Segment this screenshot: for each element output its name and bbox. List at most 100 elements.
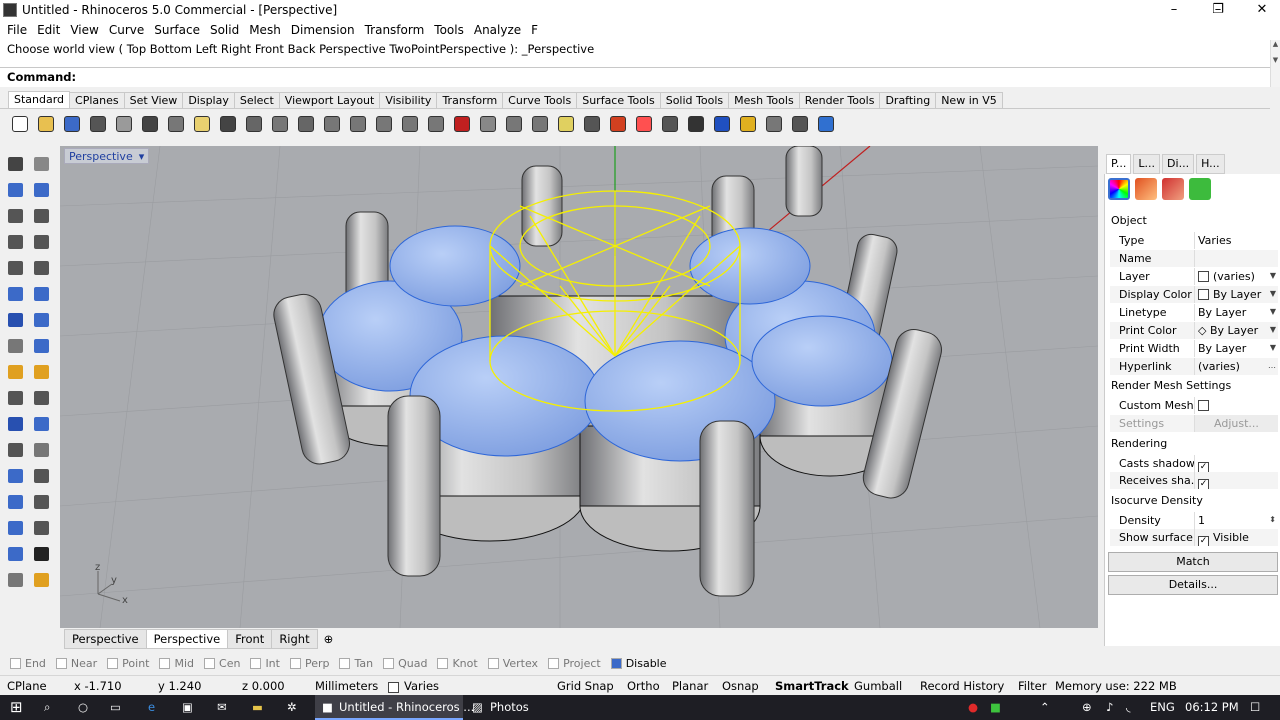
surface-icon[interactable] xyxy=(4,284,26,304)
highlight-icon[interactable] xyxy=(736,113,760,135)
smarttrack-toggle[interactable]: SmartTrack xyxy=(775,679,849,693)
copy-icon[interactable] xyxy=(164,113,188,135)
match-button[interactable]: Match xyxy=(1108,552,1278,572)
copy-tool-icon[interactable] xyxy=(30,492,52,512)
extrude-icon[interactable] xyxy=(30,336,52,356)
command-scrollbar[interactable]: ▲ ▼ xyxy=(1270,40,1280,87)
osnap-near[interactable]: Near xyxy=(55,657,97,670)
tab-standard[interactable]: Standard xyxy=(8,91,71,108)
tab-surface-tools[interactable]: Surface Tools xyxy=(576,92,661,108)
trim-icon[interactable] xyxy=(30,388,52,408)
tab-curve-tools[interactable]: Curve Tools xyxy=(502,92,578,108)
osnap-checkbox[interactable] xyxy=(204,657,216,669)
viewport-tab-perspective[interactable]: Perspective xyxy=(145,628,229,649)
polyline-icon[interactable] xyxy=(4,180,26,200)
sphere-icon[interactable] xyxy=(684,113,708,135)
text-icon[interactable] xyxy=(4,466,26,486)
prop-value[interactable] xyxy=(1194,250,1278,267)
tab-viewport-layout[interactable]: Viewport Layout xyxy=(278,92,381,108)
chevron-down-icon[interactable]: ▼ xyxy=(1270,325,1276,334)
chevron-up-icon[interactable]: ⌃ xyxy=(1040,700,1050,714)
cortana-icon[interactable]: ○ xyxy=(78,700,88,714)
new-icon[interactable] xyxy=(8,113,32,135)
paste-icon[interactable] xyxy=(190,113,214,135)
prop-value[interactable]: By Layer ▼ xyxy=(1194,340,1278,357)
edit-point-icon[interactable] xyxy=(4,362,26,382)
osnap-point[interactable]: Point xyxy=(107,657,149,670)
chevron-down-icon[interactable]: ▼ xyxy=(1270,289,1276,298)
units-label[interactable]: Millimeters xyxy=(315,679,378,693)
decal-icon[interactable] xyxy=(1189,178,1211,200)
osnap-checkbox[interactable] xyxy=(289,657,301,669)
menu-analyze[interactable]: Analyze xyxy=(469,23,526,37)
tab-cplanes[interactable]: CPlanes xyxy=(69,92,125,108)
hatch-icon[interactable] xyxy=(30,518,52,538)
light-icon[interactable] xyxy=(554,113,578,135)
osnap-project[interactable]: Project xyxy=(548,657,601,670)
select-icon[interactable] xyxy=(4,154,26,174)
chevron-down-icon[interactable]: ▼ xyxy=(1270,271,1276,280)
arc-icon[interactable] xyxy=(30,258,52,278)
osnap-knot[interactable]: Knot xyxy=(437,657,478,670)
osnap-checkbox[interactable] xyxy=(548,657,560,669)
menu-edit[interactable]: Edit xyxy=(32,23,65,37)
menu-surface[interactable]: Surface xyxy=(149,23,205,37)
osnap-quad[interactable]: Quad xyxy=(383,657,427,670)
group-icon[interactable] xyxy=(30,414,52,434)
split-icon[interactable] xyxy=(4,388,26,408)
cplane-label[interactable]: CPlane xyxy=(7,679,47,693)
circle-icon[interactable] xyxy=(502,113,526,135)
filter-toggle[interactable]: Filter xyxy=(1018,679,1046,693)
panel-tab-1[interactable]: L... xyxy=(1133,154,1161,174)
texture-mapping-icon[interactable] xyxy=(1162,178,1184,200)
app-icon[interactable]: ✲ xyxy=(287,700,297,714)
transform-icon[interactable] xyxy=(30,570,52,590)
prop-value[interactable]: (varies)… xyxy=(1194,358,1278,375)
undo-icon[interactable] xyxy=(216,113,240,135)
windows-start-icon[interactable]: ⊞ xyxy=(10,698,23,716)
move-icon[interactable] xyxy=(268,113,292,135)
fillet-icon[interactable] xyxy=(4,258,26,278)
menu-solid[interactable]: Solid xyxy=(205,23,244,37)
receives-shadows-checkbox[interactable]: ✓ xyxy=(1198,479,1209,489)
tray-app-icon[interactable]: ■ xyxy=(990,700,1001,714)
chevron-down-icon[interactable]: ▼ xyxy=(1270,343,1276,352)
grid-snap-toggle[interactable]: Grid Snap xyxy=(557,679,614,693)
menu-tools[interactable]: Tools xyxy=(429,23,469,37)
osnap-int[interactable]: Int xyxy=(250,657,280,670)
cut-icon[interactable] xyxy=(138,113,162,135)
command-prompt[interactable]: Command: xyxy=(0,68,1270,87)
tab-set-view[interactable]: Set View xyxy=(123,92,184,108)
color-wheel-icon[interactable] xyxy=(632,113,656,135)
osnap-checkbox[interactable] xyxy=(159,657,171,669)
record-icon[interactable]: ● xyxy=(968,700,978,714)
viewport-title[interactable]: Perspective ▾ xyxy=(64,148,150,164)
visible-checkbox[interactable]: ✓ xyxy=(1198,536,1209,546)
grid-icon[interactable] xyxy=(788,113,812,135)
osnap-toggle[interactable]: Osnap xyxy=(722,679,759,693)
circle-tool-icon[interactable] xyxy=(4,206,26,226)
menu-f[interactable]: F xyxy=(526,23,543,37)
osnap-checkbox[interactable] xyxy=(383,657,395,669)
box-icon[interactable] xyxy=(4,310,26,330)
tools-icon[interactable] xyxy=(476,113,500,135)
zoom-extents-icon[interactable] xyxy=(346,113,370,135)
prop-value[interactable]: By Layer ▼ xyxy=(1194,304,1278,321)
boolean-icon[interactable] xyxy=(4,414,26,434)
wifi-icon[interactable]: ◟ xyxy=(1126,700,1130,714)
details-button[interactable]: Details... xyxy=(1108,575,1278,595)
gumball-toggle[interactable]: Gumball xyxy=(854,679,902,693)
osnap-mid[interactable]: Mid xyxy=(159,657,194,670)
add-viewport-icon[interactable]: ⊕ xyxy=(317,630,341,648)
osnap-vertex[interactable]: Vertex xyxy=(487,657,538,670)
zoom-window-icon[interactable] xyxy=(320,113,344,135)
taskbar-photos-label[interactable]: Photos xyxy=(490,700,529,714)
osnap-checkbox[interactable] xyxy=(55,657,67,669)
render-icon[interactable] xyxy=(710,113,734,135)
tab-new-in-v5[interactable]: New in V5 xyxy=(935,92,1003,108)
mesh-icon[interactable] xyxy=(4,518,26,538)
snap-icon[interactable] xyxy=(528,113,552,135)
tab-render-tools[interactable]: Render Tools xyxy=(798,92,881,108)
osnap-checkbox[interactable] xyxy=(107,657,119,669)
menu-file[interactable]: File xyxy=(2,23,32,37)
